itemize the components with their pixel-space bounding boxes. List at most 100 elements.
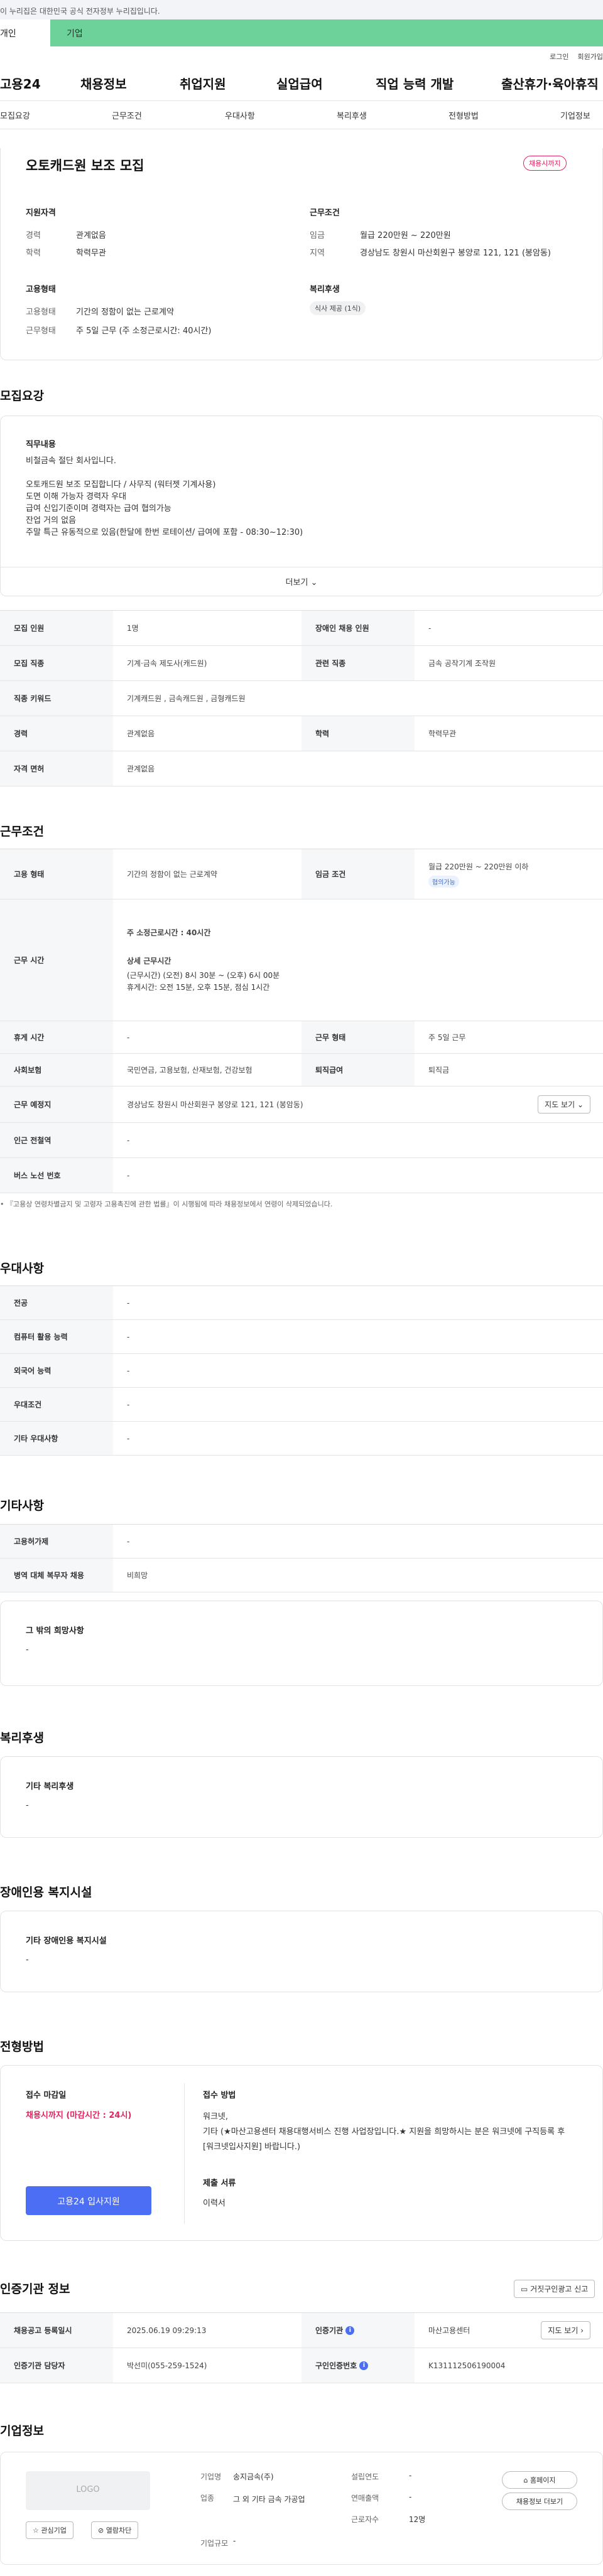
- table-header: 사회보험: [0, 1054, 113, 1086]
- table-row: 휴게 시간 - 근무 형태 주 5일 근무: [0, 1021, 603, 1054]
- gnb-item-parental-leave[interactable]: 출산휴가·육아휴직: [501, 74, 599, 92]
- login-link[interactable]: 로그인: [550, 53, 568, 61]
- disabled-value: -: [26, 1955, 29, 1965]
- sales-label: 연매출액: [351, 2494, 379, 2503]
- tab-person[interactable]: 개인: [0, 19, 50, 46]
- job-summary-card: 오토캐드원 보조 모집 채용시까지 지원자격 경력 관계없음 학력 학력무관 근…: [0, 148, 603, 360]
- table-header: 모집 직종: [0, 646, 113, 680]
- site-logo[interactable]: 고용24: [0, 74, 41, 92]
- gnb-item-support[interactable]: 취업지원: [180, 74, 226, 92]
- table-cell: -: [127, 1366, 130, 1375]
- section-nav-company[interactable]: 기업정보: [560, 109, 590, 121]
- section-nav-welfare[interactable]: 복리후생: [337, 109, 367, 121]
- more-button[interactable]: 더보기 ⌄: [1, 567, 602, 596]
- section-nav-conditions[interactable]: 근무조건: [112, 109, 142, 121]
- industry-value: 그 외 기타 금속 가공업: [233, 2495, 305, 2504]
- career-label: 경력: [26, 231, 41, 240]
- user-type-tabs: 개인 기업: [0, 19, 603, 46]
- welfare-title: 복리후생: [310, 285, 340, 294]
- gnb-item-training[interactable]: 직업 능력 개발: [376, 74, 454, 92]
- table-header: 인근 전철역: [0, 1123, 113, 1157]
- hours-detail-title: 상세 근무시간: [127, 956, 171, 965]
- company-heading: 기업정보: [0, 2424, 44, 2438]
- table-row: 고용허가제 -: [0, 1525, 603, 1559]
- table-row: 인증기관 담당자 박선미(055-259-1524) 구인인증번호 i K131…: [0, 2348, 603, 2383]
- table-row: 모집 인원 1명 장애인 채용 인원 -: [0, 611, 603, 646]
- block-company-button[interactable]: ⊘ 열람차단: [91, 2521, 139, 2539]
- table-header: 학력: [302, 716, 415, 751]
- table-cell: -: [127, 1537, 130, 1546]
- table-cell: 관계없음: [127, 729, 155, 738]
- block-icon: ⊘: [98, 2526, 104, 2535]
- table-cell: 학력무관: [428, 729, 457, 738]
- util-links: 로그인 회원가입: [0, 46, 603, 62]
- table-header: 경력: [0, 716, 113, 751]
- employment-title: 고용형태: [26, 285, 56, 294]
- tab-business[interactable]: 기업: [50, 19, 603, 46]
- info-icon[interactable]: i: [359, 2361, 369, 2370]
- region-label: 지역: [310, 249, 325, 258]
- favorite-company-button[interactable]: ☆ 관심기업: [26, 2521, 73, 2539]
- table-cell: 금속 공작기계 조작원: [428, 659, 496, 668]
- notice-label: 구인인증번호: [315, 2361, 357, 2370]
- table-row: 기타 우대사항 -: [0, 1422, 603, 1456]
- company-card: LOGO ☆ 관심기업 ⊘ 열람차단 기업명 송지금속(주) 업종 그 외 기타…: [0, 2452, 603, 2565]
- conditions-heading: 근무조건: [0, 825, 44, 839]
- table-row: 모집 직종 기계·금속 제도사(캐드원) 관련 직종 금속 공작기계 조작원: [0, 646, 603, 681]
- prefer-table: 전공 - 컴퓨터 활용 능력 - 외국어 능력 - 우대조건 - 기타 우대사항 -: [0, 1285, 603, 1456]
- section-nav-selection[interactable]: 전형방법: [448, 109, 479, 121]
- section-nav: 모집요강 근무조건 우대사항 복리후생 전형방법 기업정보: [0, 100, 603, 129]
- region-value: 경상남도 창원시 마산회원구 봉양로 121, 121 (봉암동): [360, 249, 551, 258]
- info-icon[interactable]: i: [345, 2326, 355, 2335]
- section-nav-recruit[interactable]: 모집요강: [0, 109, 30, 121]
- gnb-item-jobs[interactable]: 채용정보: [80, 74, 127, 92]
- qualification-title: 지원자격: [26, 208, 56, 218]
- prefer-heading: 우대사항: [0, 1262, 44, 1275]
- table-cell: 국민연금, 고용보험, 산재보험, 건강보험: [127, 1066, 253, 1075]
- table-row: 고용 형태 기간의 정함이 없는 근로계약 임금 조건 월급 220만원 ~ 2…: [0, 849, 603, 899]
- duty-title: 직무내용: [26, 440, 56, 449]
- table-header: 기타 우대사항: [0, 1422, 113, 1455]
- company-name-label: 기업명: [200, 2472, 222, 2481]
- wage-value: 월급 220만원 ~ 220만원: [360, 231, 451, 240]
- wage-label: 임금: [310, 231, 325, 240]
- age-law-note: • 『고용상 연령차별금지 및 고령자 고용촉진에 관한 법률』이 시행됨에 따…: [0, 1200, 333, 1208]
- employees-value: 12명: [409, 2515, 426, 2524]
- table-cell: -: [127, 1033, 130, 1042]
- agency-table: 채용공고 등록일시 2025.06.19 09:29:13 인증기관 i 마산고…: [0, 2312, 603, 2383]
- map-button[interactable]: 지도 보기 ⌄: [538, 1095, 590, 1114]
- table-cell: -: [127, 1332, 130, 1341]
- table-cell: 관계없음: [127, 765, 155, 773]
- table-cell: -: [127, 1298, 130, 1307]
- table-cell: K131112506190004: [428, 2361, 506, 2370]
- conditions-title: 근무조건: [310, 208, 340, 218]
- table-header: 근무 형태: [302, 1021, 415, 1053]
- gnb-item-unemployment[interactable]: 실업급여: [276, 74, 323, 92]
- wage-condition-value: 월급 220만원 ~ 220만원 이하: [428, 862, 529, 871]
- agency-map-button[interactable]: 지도 보기 ›: [541, 2321, 590, 2339]
- deadline-value: 채용시까지 (마감시간 : 24시): [26, 2111, 132, 2120]
- duty-text: 비철금속 절단 회사입니다. 오토캐드원 보조 모집합니다 / 사무직 (워터젯…: [26, 456, 303, 537]
- table-header: 근무 시간: [0, 899, 113, 1021]
- section-nav-prefer[interactable]: 우대사항: [225, 109, 255, 121]
- report-button-label: 거짓구인광고 신고: [530, 2285, 589, 2294]
- table-header: 구인인증번호 i: [302, 2348, 415, 2383]
- agency-label: 인증기관: [315, 2326, 344, 2335]
- table-row: 컴퓨터 활용 능력 -: [0, 1320, 603, 1354]
- join-link[interactable]: 회원가입: [578, 53, 603, 61]
- table-header: 관련 직종: [302, 646, 415, 680]
- employment-type-value: 기간의 정함이 없는 근로계약: [76, 308, 174, 317]
- report-button[interactable]: ▭ 거짓구인광고 신고: [514, 2280, 595, 2298]
- disabled-card: 기타 장애인용 복지시설 -: [0, 1911, 603, 1992]
- table-cell: 마산고용센터 지도 보기 ›: [415, 2313, 603, 2348]
- table-cell: 주 소정근로시간 : 40시간 상세 근무시간 (근무시간) (오전) 8시 3…: [113, 899, 603, 1021]
- table-header: 인증기관 담당자: [0, 2348, 113, 2383]
- homepage-button[interactable]: ⌂ 홈페이지: [502, 2471, 577, 2489]
- founded-value: -: [409, 2471, 412, 2480]
- apply-button[interactable]: 고용24 입사지원: [26, 2186, 151, 2215]
- more-jobs-button[interactable]: 채용정보 더보기: [502, 2493, 577, 2510]
- table-cell: 주 5일 근무: [428, 1033, 466, 1042]
- sales-value: -: [409, 2493, 412, 2501]
- hope-card: 그 밖의 희망사항 -: [0, 1601, 603, 1686]
- deadline-title: 접수 마감일: [26, 2091, 67, 2100]
